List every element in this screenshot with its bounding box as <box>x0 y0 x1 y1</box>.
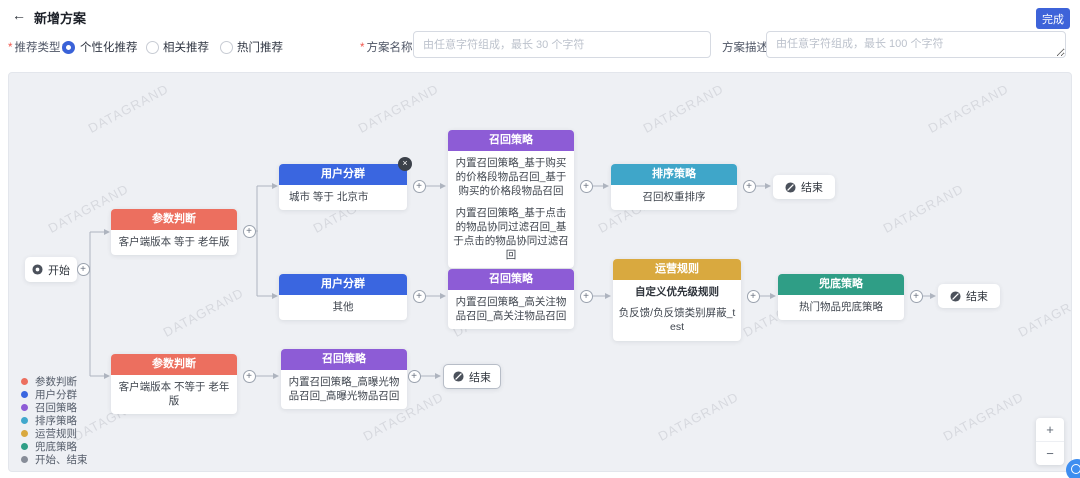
flow-node-param2[interactable]: 参数判断客户端版本 不等于 老年版 <box>111 354 237 414</box>
node-rule-text: 内置召回策略_高关注物品召回_高关注物品召回 <box>453 295 569 323</box>
page-title: 新增方案 <box>34 8 86 27</box>
zoom-out-button[interactable]: − <box>1036 442 1064 465</box>
back-arrow-icon[interactable] <box>12 7 28 23</box>
flow-node-end1[interactable]: 结束 <box>773 175 835 199</box>
node-rule-text: 内置召回策略_基于购买的价格段物品召回_基于购买的价格段物品召回 <box>453 156 569 199</box>
add-node-button[interactable] <box>243 370 256 383</box>
legend-color-dot <box>21 430 28 437</box>
node-body: 其他 <box>279 295 407 320</box>
node-rule-text: 内置召回策略_高曝光物品召回_高曝光物品召回 <box>286 375 402 403</box>
flow-node-recall1[interactable]: 召回策略内置召回策略_基于购买的价格段物品召回_基于购买的价格段物品召回内置召回… <box>448 130 574 268</box>
add-node-button[interactable] <box>408 370 421 383</box>
node-type-header: 用户分群 <box>279 164 407 185</box>
flow-canvas[interactable]: DATAGRANDDATAGRANDDATAGRANDDATAGRANDDATA… <box>8 72 1072 472</box>
legend-color-dot <box>21 443 28 450</box>
add-node-button[interactable] <box>580 290 593 303</box>
required-mark: * <box>360 42 364 54</box>
node-type-header: 召回策略 <box>448 130 574 151</box>
node-rule-text: 自定义优先级规则 <box>618 285 736 299</box>
node-label: 结束 <box>469 369 491 385</box>
end-icon <box>785 182 796 193</box>
flow-node-recall3[interactable]: 召回策略内置召回策略_高曝光物品召回_高曝光物品召回 <box>281 349 407 409</box>
node-label: 结束 <box>966 288 988 304</box>
add-node-button[interactable] <box>413 180 426 193</box>
radio-hot-label[interactable]: 热门推荐 <box>237 39 283 55</box>
flow-node-segment2[interactable]: 用户分群其他 <box>279 274 407 320</box>
node-rule-text: 客户端版本 等于 老年版 <box>116 235 232 249</box>
close-icon[interactable] <box>398 157 412 171</box>
radio-hot[interactable] <box>220 41 233 54</box>
add-node-button[interactable] <box>413 290 426 303</box>
add-node-button[interactable] <box>580 180 593 193</box>
flow-node-segment1[interactable]: 用户分群城市 等于 北京市 <box>279 164 407 210</box>
add-node-button[interactable] <box>910 290 923 303</box>
add-node-button[interactable] <box>747 290 760 303</box>
node-label: 结束 <box>801 179 823 195</box>
support-float-icon[interactable] <box>1066 459 1080 478</box>
radio-personalized[interactable] <box>62 41 75 54</box>
node-type-header: 排序策略 <box>611 164 737 185</box>
flow-node-end2[interactable]: 结束 <box>938 284 1000 308</box>
legend-color-dot <box>21 404 28 411</box>
add-node-button[interactable] <box>243 225 256 238</box>
node-type-legend: 参数判断用户分群召回策略排序策略运营规则兜底策略开始、结束 <box>21 375 88 466</box>
node-type-header: 召回策略 <box>448 269 574 290</box>
node-type-header: 兜底策略 <box>778 274 904 295</box>
node-body: 内置召回策略_高曝光物品召回_高曝光物品召回 <box>281 370 407 409</box>
radio-related-label[interactable]: 相关推荐 <box>163 39 209 55</box>
node-type-header: 参数判断 <box>111 354 237 375</box>
node-label: 开始 <box>48 262 70 278</box>
end-icon <box>950 291 961 302</box>
start-icon <box>32 264 43 275</box>
flow-node-oprule1[interactable]: 运营规则自定义优先级规则负反馈/负反馈类别屏蔽_test <box>613 259 741 341</box>
node-body: 城市 等于 北京市 <box>279 185 407 210</box>
node-body: 客户端版本 不等于 老年版 <box>111 375 237 414</box>
top-bar: 新增方案 完成 <box>0 0 1080 30</box>
add-node-button[interactable] <box>743 180 756 193</box>
node-body: 自定义优先级规则负反馈/负反馈类别屏蔽_test <box>613 280 741 341</box>
node-body: 热门物品兜底策略 <box>778 295 904 320</box>
node-type-header: 运营规则 <box>613 259 741 280</box>
node-rule-text: 热门物品兜底策略 <box>783 300 899 314</box>
node-type-header: 参数判断 <box>111 209 237 230</box>
flow-node-param1[interactable]: 参数判断客户端版本 等于 老年版 <box>111 209 237 255</box>
node-body: 内置召回策略_基于购买的价格段物品召回_基于购买的价格段物品召回内置召回策略_基… <box>448 151 574 268</box>
legend-color-dot <box>21 417 28 424</box>
zoom-panel: + − <box>1036 418 1064 465</box>
node-body: 客户端版本 等于 老年版 <box>111 230 237 255</box>
node-rule-text: 客户端版本 不等于 老年版 <box>116 380 232 408</box>
legend-color-dot <box>21 378 28 385</box>
radio-related[interactable] <box>146 41 159 54</box>
legend-color-dot <box>21 391 28 398</box>
node-rule-text: 城市 等于 北京市 <box>289 190 402 204</box>
legend-item: 开始、结束 <box>21 453 88 466</box>
required-mark: * <box>8 42 12 54</box>
flow-node-rank1[interactable]: 排序策略召回权重排序 <box>611 164 737 210</box>
end-icon <box>453 371 464 382</box>
node-rule-text: 内置召回策略_基于点击的物品协同过滤召回_基于点击的物品协同过滤召回 <box>453 206 569 263</box>
node-body: 内置召回策略_高关注物品召回_高关注物品召回 <box>448 290 574 329</box>
new-plan-page: 新增方案 完成 *推荐类型： 个性化推荐 相关推荐 热门推荐 *方案名称： 方案… <box>0 0 1080 478</box>
flow-node-recall2[interactable]: 召回策略内置召回策略_高关注物品召回_高关注物品召回 <box>448 269 574 329</box>
plan-name-input[interactable] <box>413 31 711 58</box>
node-type-header: 用户分群 <box>279 274 407 295</box>
zoom-in-button[interactable]: + <box>1036 418 1064 441</box>
node-body: 召回权重排序 <box>611 185 737 210</box>
node-rule-text: 负反馈/负反馈类别屏蔽_test <box>618 306 736 334</box>
node-rule-text: 召回权重排序 <box>616 190 732 204</box>
plan-desc-input[interactable] <box>766 31 1066 58</box>
add-node-button[interactable] <box>77 263 90 276</box>
flow-node-end3[interactable]: 结束 <box>443 364 501 389</box>
flow-node-fallback1[interactable]: 兜底策略热门物品兜底策略 <box>778 274 904 320</box>
node-rule-text: 其他 <box>284 300 402 314</box>
finish-button[interactable]: 完成 <box>1036 8 1070 29</box>
legend-color-dot <box>21 456 28 463</box>
flow-node-start[interactable]: 开始 <box>25 257 77 282</box>
legend-label: 开始、结束 <box>35 452 88 467</box>
radio-personalized-label[interactable]: 个性化推荐 <box>80 39 138 55</box>
node-type-header: 召回策略 <box>281 349 407 370</box>
